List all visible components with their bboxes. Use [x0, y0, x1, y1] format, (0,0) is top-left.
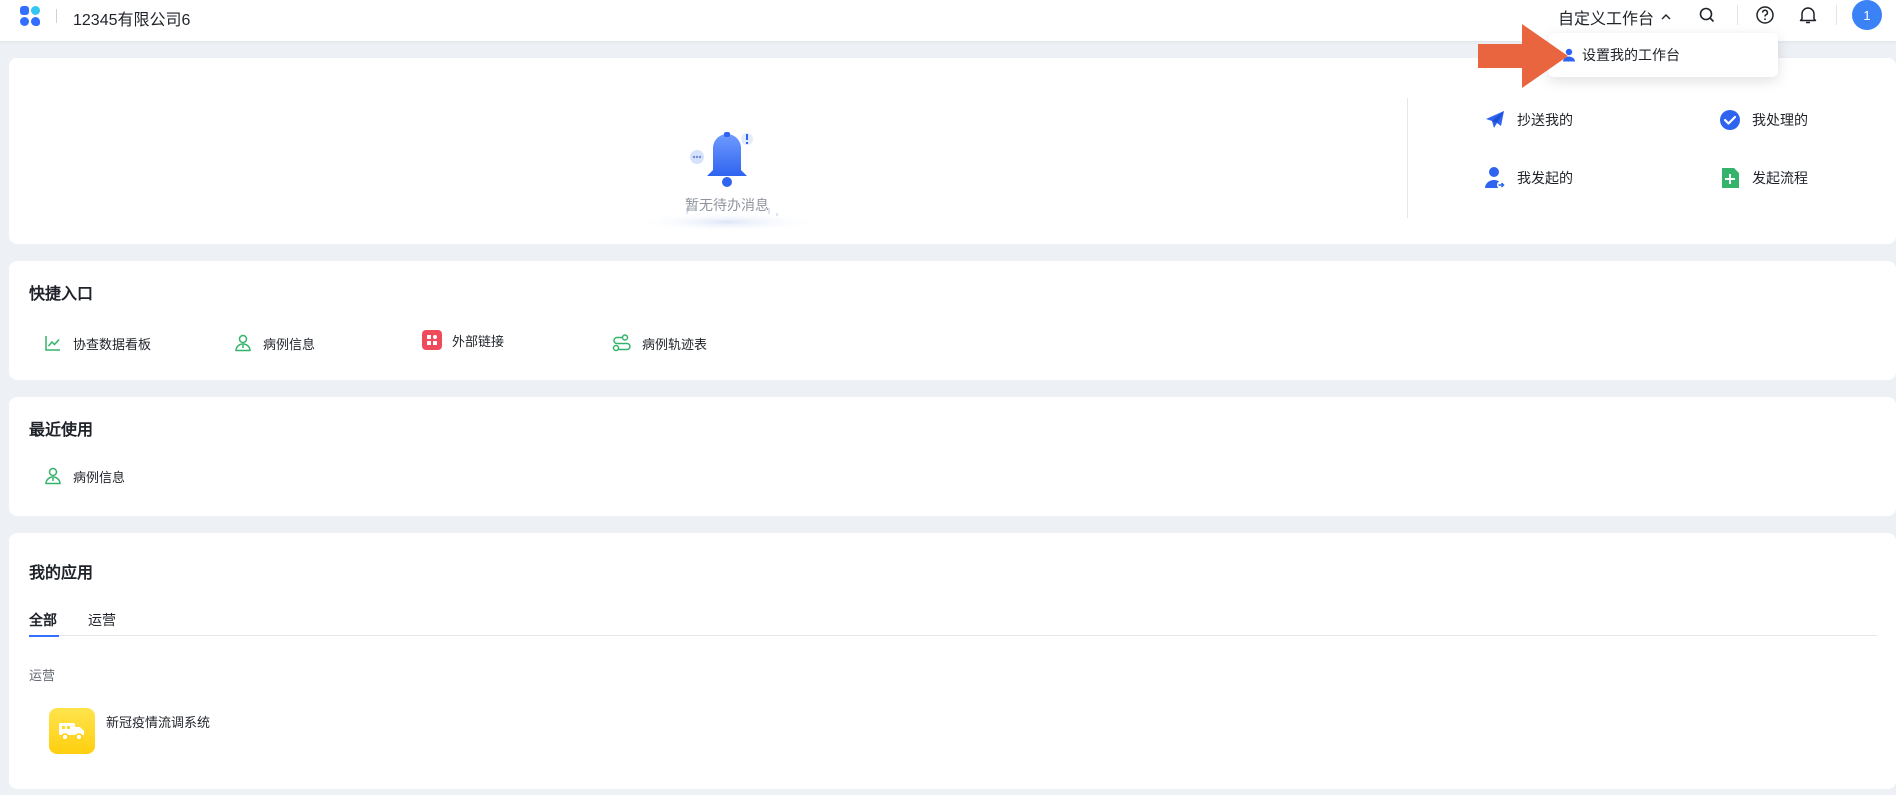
app-tabs: 全部 运营 — [29, 610, 1877, 637]
top-separator — [1836, 5, 1837, 25]
empty-message: 暂无待办消息 — [685, 197, 769, 213]
notifications-card: 暂无待办消息 抄送我的 我处理的 我发起的 发起流程 — [9, 58, 1896, 244]
handled-by-me-label: 我处理的 — [1752, 112, 1808, 128]
company-name[interactable]: 12345有限公司6 — [73, 6, 190, 30]
quick-entry-label: 协查数据看板 — [73, 336, 152, 352]
my-apps-card: 我的应用 全部 运营 运营 新冠疫情流调系统 — [9, 533, 1896, 789]
section-divider — [1407, 98, 1408, 218]
recent-title: 最近使用 — [29, 422, 94, 439]
my-apps-title: 我的应用 — [29, 565, 94, 582]
start-process-button[interactable]: 发起流程 — [1718, 166, 1808, 190]
handled-by-me-button[interactable]: 我处理的 — [1718, 108, 1808, 132]
truck-icon — [59, 723, 84, 741]
initiated-by-me-button[interactable]: 我发起的 — [1483, 166, 1573, 190]
chevron-up-icon — [1661, 14, 1671, 20]
search-icon[interactable] — [1696, 4, 1718, 26]
check-circle-icon — [1718, 108, 1742, 132]
quick-entry-item[interactable]: 病例轨迹表 — [612, 333, 707, 353]
line-chart-icon — [43, 333, 63, 353]
logo-divider — [56, 9, 57, 23]
app-grid-icon — [422, 330, 442, 350]
quick-entry-item[interactable]: 病例信息 — [233, 333, 315, 353]
avatar[interactable]: 1 — [1852, 0, 1882, 30]
pointer-arrow-icon — [1478, 24, 1568, 88]
recent-item-label: 病例信息 — [73, 469, 126, 485]
cc-to-me-button[interactable]: 抄送我的 — [1483, 108, 1573, 132]
recent-item[interactable]: 病例信息 — [43, 466, 125, 486]
workspace-dropdown: 设置我的工作台 — [1548, 33, 1778, 77]
user-send-icon — [1483, 166, 1507, 190]
quick-entry-label: 病例轨迹表 — [642, 336, 708, 352]
person-info-icon — [233, 333, 253, 353]
cc-to-me-label: 抄送我的 — [1517, 112, 1573, 128]
initiated-by-me-label: 我发起的 — [1517, 170, 1573, 186]
help-icon[interactable] — [1754, 4, 1776, 26]
quick-entry-label: 病例信息 — [263, 336, 316, 352]
quick-entry-card: 快捷入口 协查数据看板 病例信息 外部链接 病例轨迹表 — [9, 261, 1896, 380]
workspace-switch[interactable]: 自定义工作台 — [1558, 5, 1672, 29]
recent-card: 最近使用 病例信息 — [9, 397, 1896, 516]
set-my-workspace-menu-item[interactable]: 设置我的工作台 — [1562, 45, 1680, 65]
quick-entry-item[interactable]: 外部链接 — [422, 330, 504, 350]
plus-square-icon — [1718, 166, 1742, 190]
quick-entry-label: 外部链接 — [452, 333, 505, 349]
start-process-label: 发起流程 — [1752, 170, 1808, 186]
paper-plane-icon — [1483, 108, 1507, 132]
route-icon — [612, 333, 632, 353]
quick-entry-title: 快捷入口 — [29, 286, 94, 303]
bell-icon[interactable] — [1797, 4, 1819, 26]
workspace-switch-label: 自定义工作台 — [1558, 11, 1655, 28]
top-separator — [1737, 5, 1738, 25]
app-tile[interactable] — [49, 708, 95, 754]
app-logo[interactable] — [20, 6, 42, 28]
app-name[interactable]: 新冠疫情流调系统 — [106, 714, 216, 732]
person-info-icon — [43, 466, 63, 486]
tab-all[interactable]: 全部 — [29, 610, 59, 637]
app-group-label: 运营 — [29, 668, 56, 683]
set-my-workspace-label: 设置我的工作台 — [1582, 47, 1680, 63]
tab-operations[interactable]: 运营 — [88, 610, 116, 636]
quick-entry-item[interactable]: 协查数据看板 — [43, 333, 151, 353]
